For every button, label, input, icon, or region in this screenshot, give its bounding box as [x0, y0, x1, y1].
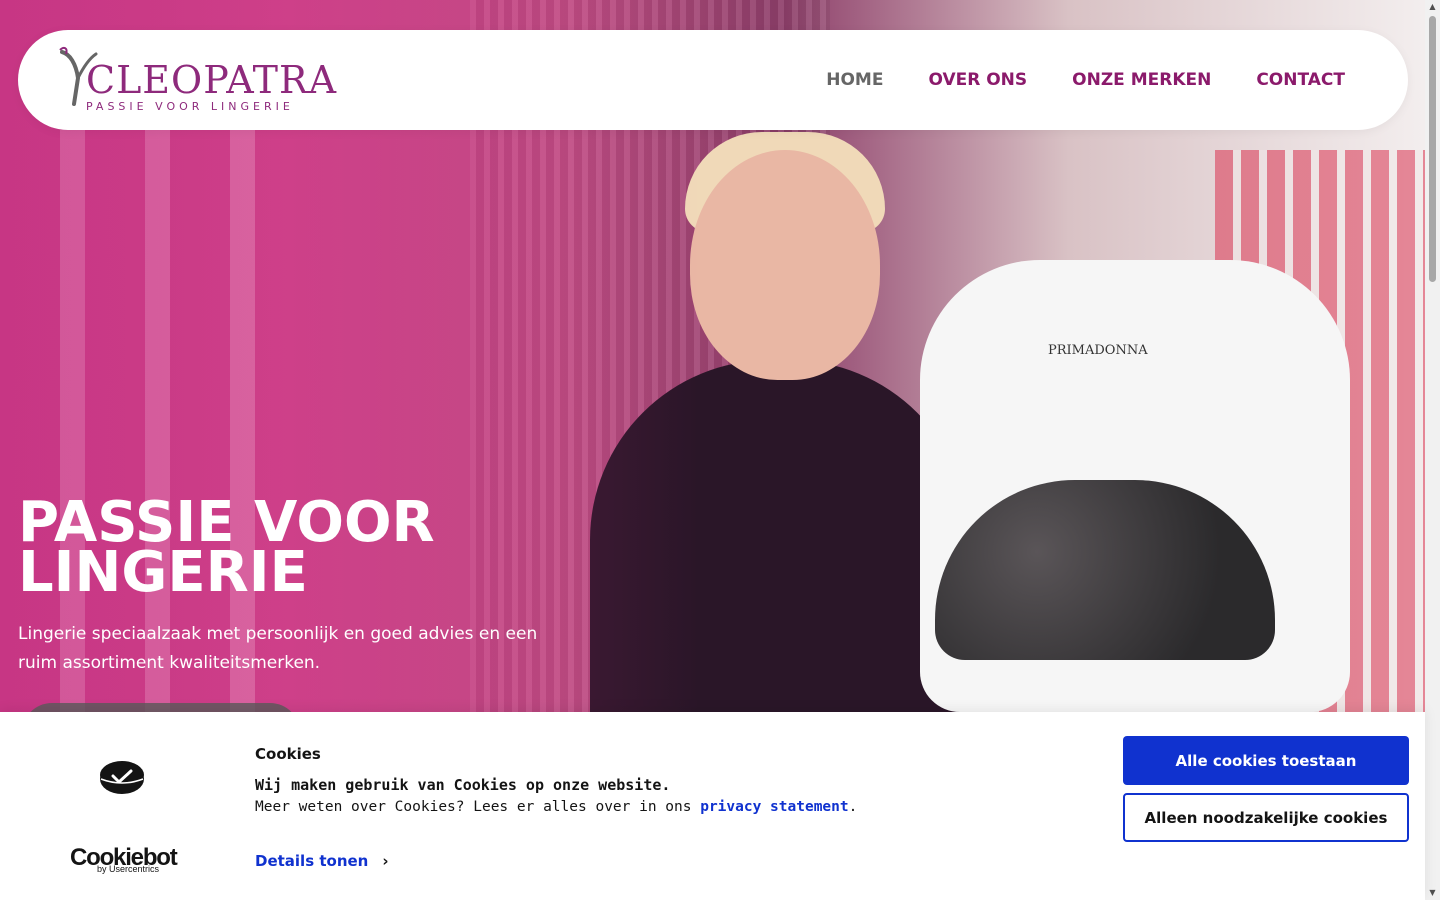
scroll-up-arrow-icon[interactable]: ▲ [1425, 0, 1440, 14]
cookie-body-prefix: Meer weten over Cookies? Lees er alles o… [255, 799, 701, 815]
site-logo[interactable]: CLEOPATRA PASSIE VOOR LINGERIE [56, 44, 336, 116]
privacy-statement-link[interactable]: privacy statement [700, 799, 848, 815]
scrollbar-thumb[interactable] [1429, 16, 1436, 282]
details-toggle-label: Details tonen [255, 852, 369, 870]
cookie-consent-banner: Cookiebot by Usercentrics Cookies Wij ma… [0, 712, 1425, 900]
cookie-lead-text: Wij maken gebruik van Cookies op onze we… [255, 776, 671, 794]
hero-person-face [690, 150, 880, 380]
nav-item-home[interactable]: HOME [826, 70, 883, 90]
scroll-down-arrow-icon[interactable]: ▼ [1425, 886, 1440, 900]
hero-title: PASSIE VOOR LINGERIE [18, 495, 435, 605]
main-nav: HOME OVER ONS ONZE MERKEN CONTACT [826, 70, 1345, 90]
cookie-body-text: Meer weten over Cookies? Lees er alles o… [255, 799, 857, 815]
nav-item-contact[interactable]: CONTACT [1256, 70, 1345, 90]
cookie-title: Cookies [255, 745, 321, 763]
site-header: CLEOPATRA PASSIE VOOR LINGERIE HOME OVER… [18, 30, 1408, 130]
chevron-right-icon: › [382, 852, 389, 870]
mannequin-brand-text: PRIMADONNA [1048, 343, 1148, 358]
nav-item-onze-merken[interactable]: ONZE MERKEN [1072, 70, 1211, 90]
page-scrollbar[interactable]: ▲ ▼ [1425, 0, 1440, 900]
cookie-body-suffix: . [848, 799, 858, 815]
cookiebot-logo-icon [100, 761, 144, 794]
cookiebot-by-text: by Usercentrics [97, 864, 160, 874]
logo-title: CLEOPATRA [86, 58, 338, 102]
hero-title-line-2: LINGERIE [18, 540, 308, 605]
nav-item-over-ons[interactable]: OVER ONS [928, 70, 1027, 90]
allow-all-cookies-button[interactable]: Alle cookies toestaan [1123, 736, 1409, 785]
logo-tagline: PASSIE VOOR LINGERIE [86, 100, 294, 113]
hero-subtitle: Lingerie speciaalzaak met persoonlijk en… [18, 624, 538, 673]
details-toggle-button[interactable]: Details tonen › [255, 852, 389, 870]
necessary-cookies-only-button[interactable]: Alleen noodzakelijke cookies [1123, 793, 1409, 842]
